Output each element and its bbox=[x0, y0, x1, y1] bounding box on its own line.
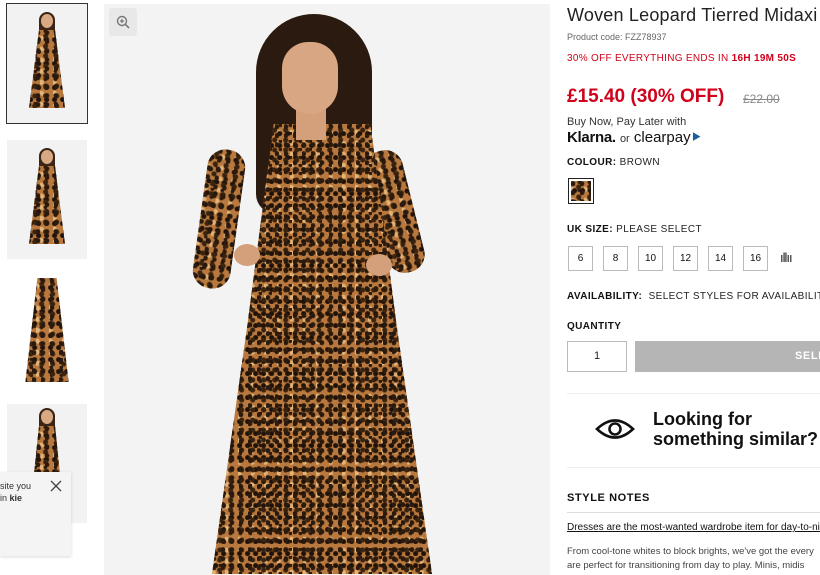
promo-text: 30% OFF EVERYTHING ENDS IN bbox=[567, 53, 729, 64]
availability-value: SELECT STYLES FOR AVAILABILITY bbox=[648, 291, 820, 302]
cookie-link[interactable]: kie bbox=[10, 493, 23, 503]
klarna-logo[interactable]: Klarna. bbox=[567, 129, 616, 146]
style-notes-body: From cool-tone whites to block brights, … bbox=[567, 546, 814, 571]
colour-value: BROWN bbox=[619, 157, 660, 168]
size-label: UK SIZE: bbox=[567, 224, 613, 235]
size-options: 6 8 10 12 14 16 ıllıı bbox=[568, 246, 793, 271]
divider bbox=[567, 512, 820, 513]
size-guide-icon[interactable]: ıllıı bbox=[780, 246, 793, 269]
size-option[interactable]: 14 bbox=[708, 246, 733, 271]
thumbnail-figure-head bbox=[41, 150, 53, 164]
promo-banner: 30% OFF EVERYTHING ENDS IN 16H 19M 50S bbox=[567, 53, 796, 64]
size-option[interactable]: 12 bbox=[673, 246, 698, 271]
thumbnail-figure-head bbox=[41, 14, 53, 28]
payment-logos: Klarna. or clearpay⯈ bbox=[567, 129, 702, 146]
size-option[interactable]: 16 bbox=[743, 246, 768, 271]
cookie-banner: site you in kie bbox=[0, 472, 71, 556]
thumbnail-dress bbox=[25, 278, 69, 382]
similar-items-text: Looking for something similar? bbox=[653, 409, 819, 449]
model-hand-left bbox=[234, 244, 260, 266]
thumbnail-2[interactable] bbox=[7, 140, 87, 259]
model-arm-left bbox=[190, 147, 248, 291]
clearpay-icon: ⯈ bbox=[690, 129, 702, 145]
thumbnail-1[interactable] bbox=[6, 3, 88, 124]
availability-row: AVAILABILITY: SELECT STYLES FOR AVAILABI… bbox=[567, 291, 820, 302]
main-product-image[interactable] bbox=[104, 4, 550, 575]
size-option[interactable]: 10 bbox=[638, 246, 663, 271]
style-notes-link[interactable]: Dresses are the most-wanted wardrobe ite… bbox=[567, 522, 820, 533]
quantity-input[interactable]: 1 bbox=[567, 341, 627, 372]
original-price: £22.00 bbox=[743, 92, 780, 106]
size-row: UK SIZE: PLEASE SELECT bbox=[567, 224, 702, 235]
close-icon[interactable] bbox=[50, 480, 62, 495]
product-title: Woven Leopard Tierred Midaxi bbox=[567, 5, 818, 25]
model-hand-right bbox=[366, 254, 392, 276]
thumbnail-3[interactable] bbox=[7, 272, 87, 388]
product-code: Product code: FZZ78937 bbox=[567, 32, 667, 42]
size-option[interactable]: 8 bbox=[603, 246, 628, 271]
add-to-bag-button[interactable]: SELECT SIZE bbox=[635, 341, 820, 393]
cookie-text: site you in kie bbox=[0, 480, 31, 504]
colour-row: COLOUR: BROWN bbox=[567, 157, 660, 168]
thumbnail-figure-head bbox=[41, 410, 53, 424]
clearpay-logo[interactable]: clearpay bbox=[634, 129, 691, 146]
bnpl-text: Buy Now, Pay Later with bbox=[567, 116, 687, 128]
thumbnail-dress bbox=[29, 30, 65, 108]
colour-swatch-brown[interactable] bbox=[568, 178, 594, 204]
quantity-label-text: QUANTITY bbox=[567, 321, 622, 332]
model-face bbox=[282, 42, 338, 114]
sale-price: £15.40 (30% OFF) bbox=[567, 86, 725, 107]
thumbnail-dress bbox=[29, 166, 65, 244]
similar-items-banner[interactable]: Looking for something similar? bbox=[567, 393, 820, 468]
size-value: PLEASE SELECT bbox=[616, 224, 702, 235]
swatch-pattern bbox=[571, 181, 591, 201]
availability-label: AVAILABILITY: bbox=[567, 291, 643, 302]
promo-timer: 16H 19M 50S bbox=[731, 53, 797, 64]
or-text: or bbox=[619, 133, 630, 145]
colour-label: COLOUR: bbox=[567, 157, 617, 168]
quantity-label: QUANTITY bbox=[567, 321, 621, 332]
zoom-icon[interactable] bbox=[109, 8, 137, 36]
style-notes-heading[interactable]: STYLE NOTES bbox=[567, 492, 650, 504]
size-option[interactable]: 6 bbox=[568, 246, 593, 271]
product-details: Woven Leopard Tierred Midaxi Product cod… bbox=[567, 0, 820, 575]
eye-icon bbox=[595, 419, 635, 439]
